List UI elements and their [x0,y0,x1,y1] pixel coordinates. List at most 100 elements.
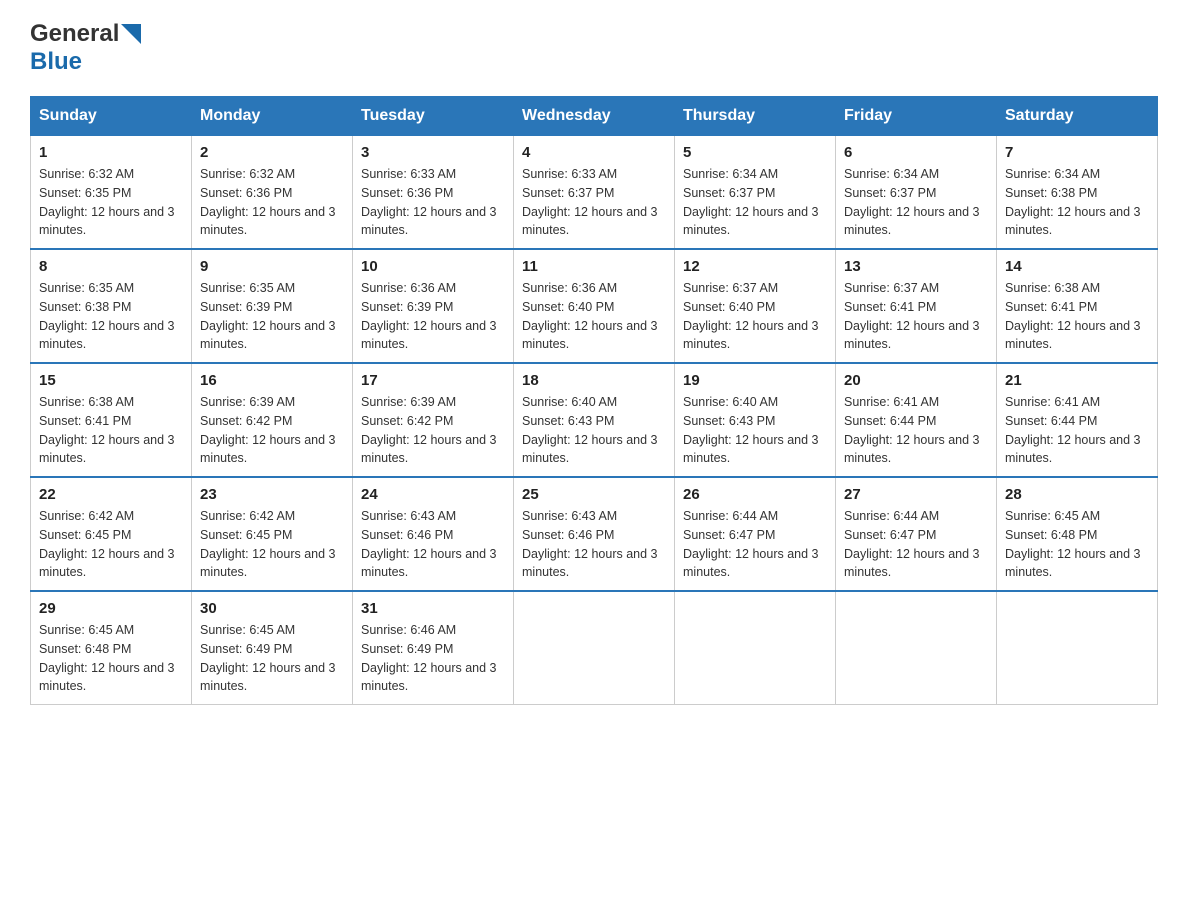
calendar-cell: 17 Sunrise: 6:39 AMSunset: 6:42 PMDaylig… [353,363,514,477]
calendar-cell: 7 Sunrise: 6:34 AMSunset: 6:38 PMDayligh… [997,136,1158,250]
day-info: Sunrise: 6:39 AMSunset: 6:42 PMDaylight:… [200,395,336,465]
calendar-cell: 12 Sunrise: 6:37 AMSunset: 6:40 PMDaylig… [675,249,836,363]
day-number: 14 [1005,258,1149,275]
day-number: 10 [361,258,505,275]
calendar-cell: 21 Sunrise: 6:41 AMSunset: 6:44 PMDaylig… [997,363,1158,477]
calendar-cell: 8 Sunrise: 6:35 AMSunset: 6:38 PMDayligh… [31,249,192,363]
day-info: Sunrise: 6:32 AMSunset: 6:36 PMDaylight:… [200,167,336,237]
calendar-cell: 20 Sunrise: 6:41 AMSunset: 6:44 PMDaylig… [836,363,997,477]
day-info: Sunrise: 6:40 AMSunset: 6:43 PMDaylight:… [683,395,819,465]
calendar-cell: 3 Sunrise: 6:33 AMSunset: 6:36 PMDayligh… [353,136,514,250]
calendar-cell: 22 Sunrise: 6:42 AMSunset: 6:45 PMDaylig… [31,477,192,591]
day-number: 23 [200,486,344,503]
calendar-cell: 10 Sunrise: 6:36 AMSunset: 6:39 PMDaylig… [353,249,514,363]
day-number: 26 [683,486,827,503]
col-header-saturday: Saturday [997,97,1158,136]
day-number: 15 [39,372,183,389]
calendar-cell: 2 Sunrise: 6:32 AMSunset: 6:36 PMDayligh… [192,136,353,250]
day-info: Sunrise: 6:36 AMSunset: 6:40 PMDaylight:… [522,281,658,351]
calendar-week-row: 8 Sunrise: 6:35 AMSunset: 6:38 PMDayligh… [31,249,1158,363]
day-number: 31 [361,600,505,617]
day-number: 12 [683,258,827,275]
calendar-cell: 14 Sunrise: 6:38 AMSunset: 6:41 PMDaylig… [997,249,1158,363]
day-info: Sunrise: 6:41 AMSunset: 6:44 PMDaylight:… [1005,395,1141,465]
calendar-cell: 6 Sunrise: 6:34 AMSunset: 6:37 PMDayligh… [836,136,997,250]
day-number: 29 [39,600,183,617]
calendar-cell [997,591,1158,705]
day-number: 19 [683,372,827,389]
day-info: Sunrise: 6:34 AMSunset: 6:37 PMDaylight:… [844,167,980,237]
logo: General Blue [30,20,141,76]
day-info: Sunrise: 6:38 AMSunset: 6:41 PMDaylight:… [1005,281,1141,351]
col-header-friday: Friday [836,97,997,136]
col-header-tuesday: Tuesday [353,97,514,136]
day-number: 27 [844,486,988,503]
calendar-cell: 30 Sunrise: 6:45 AMSunset: 6:49 PMDaylig… [192,591,353,705]
logo-blue-text: Blue [30,48,82,75]
day-info: Sunrise: 6:36 AMSunset: 6:39 PMDaylight:… [361,281,497,351]
day-number: 6 [844,144,988,161]
calendar-cell: 24 Sunrise: 6:43 AMSunset: 6:46 PMDaylig… [353,477,514,591]
calendar-cell: 11 Sunrise: 6:36 AMSunset: 6:40 PMDaylig… [514,249,675,363]
day-info: Sunrise: 6:38 AMSunset: 6:41 PMDaylight:… [39,395,175,465]
col-header-wednesday: Wednesday [514,97,675,136]
calendar-cell: 19 Sunrise: 6:40 AMSunset: 6:43 PMDaylig… [675,363,836,477]
calendar-cell: 26 Sunrise: 6:44 AMSunset: 6:47 PMDaylig… [675,477,836,591]
day-number: 9 [200,258,344,275]
day-info: Sunrise: 6:41 AMSunset: 6:44 PMDaylight:… [844,395,980,465]
col-header-monday: Monday [192,97,353,136]
day-number: 13 [844,258,988,275]
col-header-sunday: Sunday [31,97,192,136]
calendar-cell: 25 Sunrise: 6:43 AMSunset: 6:46 PMDaylig… [514,477,675,591]
day-number: 24 [361,486,505,503]
calendar-cell: 28 Sunrise: 6:45 AMSunset: 6:48 PMDaylig… [997,477,1158,591]
day-number: 25 [522,486,666,503]
day-number: 2 [200,144,344,161]
day-number: 7 [1005,144,1149,161]
logo-container: General Blue [30,20,141,76]
page-header: General Blue [30,20,1158,76]
day-info: Sunrise: 6:33 AMSunset: 6:37 PMDaylight:… [522,167,658,237]
day-number: 20 [844,372,988,389]
day-number: 4 [522,144,666,161]
calendar-cell: 5 Sunrise: 6:34 AMSunset: 6:37 PMDayligh… [675,136,836,250]
day-number: 21 [1005,372,1149,389]
calendar-cell: 13 Sunrise: 6:37 AMSunset: 6:41 PMDaylig… [836,249,997,363]
day-info: Sunrise: 6:44 AMSunset: 6:47 PMDaylight:… [844,509,980,579]
calendar-cell [836,591,997,705]
calendar-table: SundayMondayTuesdayWednesdayThursdayFrid… [30,96,1158,705]
calendar-cell [514,591,675,705]
day-info: Sunrise: 6:44 AMSunset: 6:47 PMDaylight:… [683,509,819,579]
day-info: Sunrise: 6:40 AMSunset: 6:43 PMDaylight:… [522,395,658,465]
day-number: 30 [200,600,344,617]
day-number: 3 [361,144,505,161]
day-info: Sunrise: 6:42 AMSunset: 6:45 PMDaylight:… [39,509,175,579]
day-info: Sunrise: 6:43 AMSunset: 6:46 PMDaylight:… [361,509,497,579]
calendar-header-row: SundayMondayTuesdayWednesdayThursdayFrid… [31,97,1158,136]
calendar-week-row: 29 Sunrise: 6:45 AMSunset: 6:48 PMDaylig… [31,591,1158,705]
day-info: Sunrise: 6:43 AMSunset: 6:46 PMDaylight:… [522,509,658,579]
day-number: 17 [361,372,505,389]
day-number: 11 [522,258,666,275]
calendar-week-row: 1 Sunrise: 6:32 AMSunset: 6:35 PMDayligh… [31,136,1158,250]
calendar-cell: 29 Sunrise: 6:45 AMSunset: 6:48 PMDaylig… [31,591,192,705]
day-info: Sunrise: 6:34 AMSunset: 6:38 PMDaylight:… [1005,167,1141,237]
calendar-week-row: 22 Sunrise: 6:42 AMSunset: 6:45 PMDaylig… [31,477,1158,591]
day-number: 22 [39,486,183,503]
day-info: Sunrise: 6:42 AMSunset: 6:45 PMDaylight:… [200,509,336,579]
day-info: Sunrise: 6:32 AMSunset: 6:35 PMDaylight:… [39,167,175,237]
day-info: Sunrise: 6:46 AMSunset: 6:49 PMDaylight:… [361,623,497,693]
day-number: 16 [200,372,344,389]
col-header-thursday: Thursday [675,97,836,136]
day-number: 8 [39,258,183,275]
day-number: 28 [1005,486,1149,503]
calendar-cell: 15 Sunrise: 6:38 AMSunset: 6:41 PMDaylig… [31,363,192,477]
calendar-cell: 31 Sunrise: 6:46 AMSunset: 6:49 PMDaylig… [353,591,514,705]
calendar-cell: 23 Sunrise: 6:42 AMSunset: 6:45 PMDaylig… [192,477,353,591]
day-info: Sunrise: 6:45 AMSunset: 6:48 PMDaylight:… [39,623,175,693]
day-info: Sunrise: 6:35 AMSunset: 6:39 PMDaylight:… [200,281,336,351]
day-number: 1 [39,144,183,161]
calendar-cell: 4 Sunrise: 6:33 AMSunset: 6:37 PMDayligh… [514,136,675,250]
day-info: Sunrise: 6:45 AMSunset: 6:49 PMDaylight:… [200,623,336,693]
calendar-week-row: 15 Sunrise: 6:38 AMSunset: 6:41 PMDaylig… [31,363,1158,477]
